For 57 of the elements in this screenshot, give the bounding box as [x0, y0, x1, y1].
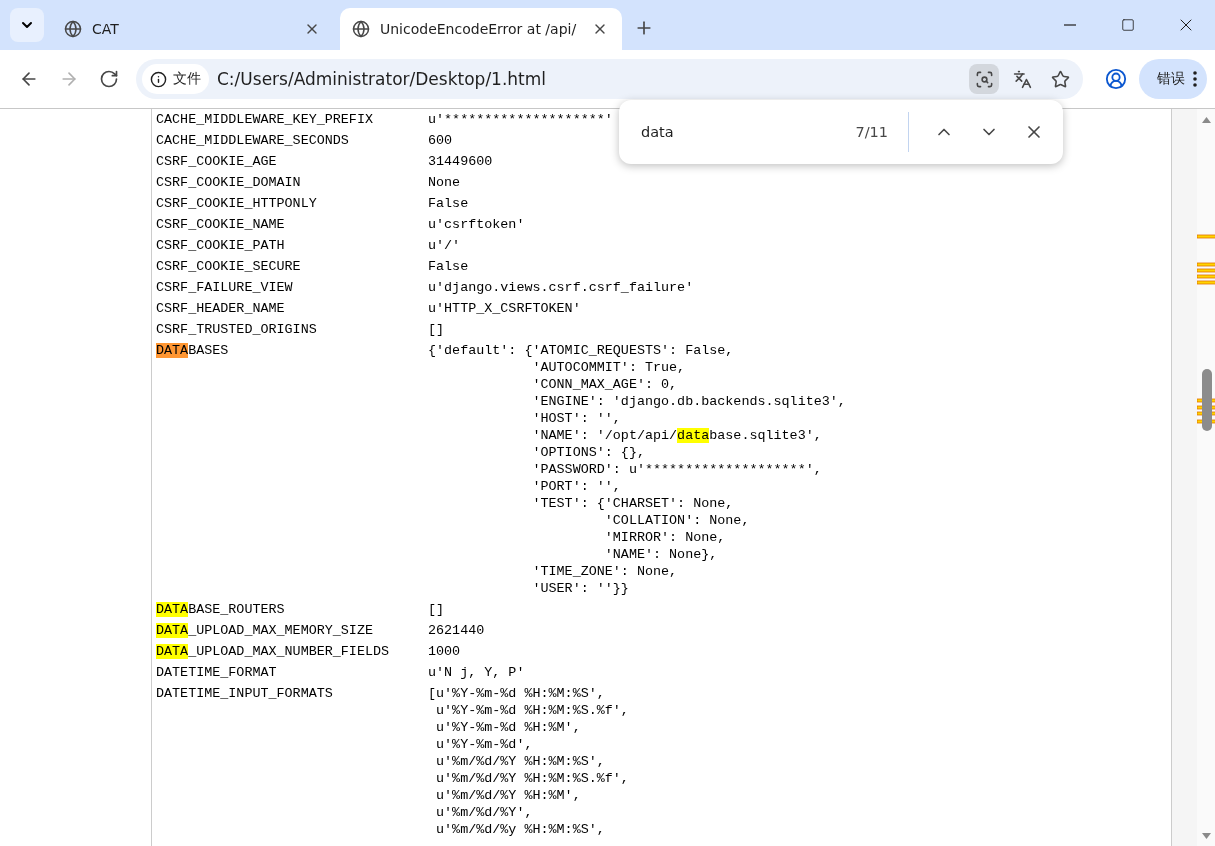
setting-name: CSRF_COOKIE_PATH	[156, 237, 286, 254]
setting-name: DATA_UPLOAD_MAX_MEMORY_SIZE	[156, 622, 374, 639]
tab-title: UnicodeEncodeError at /api/	[380, 21, 578, 37]
setting-name: DATABASES	[156, 342, 230, 360]
setting-name: DATETIME_FORMAT	[156, 664, 278, 681]
setting-name: CSRF_TRUSTED_ORIGINS	[156, 321, 318, 338]
setting-value: u'csrftoken'	[428, 216, 525, 233]
translate-icon	[1012, 69, 1032, 89]
reload-icon	[99, 69, 119, 89]
setting-name: CSRF_COOKIE_NAME	[156, 216, 286, 233]
user-icon	[1105, 68, 1127, 90]
maximize-icon	[1121, 18, 1135, 32]
browser-tab[interactable]: UnicodeEncodeError at /api/	[340, 8, 622, 50]
setting-value: 2621440	[428, 622, 485, 639]
minimize-icon	[1064, 24, 1076, 26]
setting-value: False	[428, 195, 469, 212]
setting-name: CACHE_MIDDLEWARE_SECONDS	[156, 132, 350, 149]
setting-value: [u'%Y-%m-%d %H:%M:%S', u'%Y-%m-%d %H:%M:%S.%f', u'%Y-%m-%d %H:%M', u'%Y-%m-%d', u'%m/%d/%Y %H:%M:%S', u'%m/%d/%Y %H:%M:%S.%f', u'%m/%d/%Y %H:%M', u'%m/%d/%Y', u'%m/%d/%y %H:%M:%S',	[428, 685, 629, 838]
find-in-page-button[interactable]	[969, 64, 999, 94]
setting-value: None	[428, 174, 461, 191]
address-url[interactable]: C:/Users/Administrator/Desktop/1.html	[217, 69, 961, 89]
setting-value: u'********************'	[428, 111, 613, 128]
setting-value: 1000	[428, 643, 461, 660]
setting-value: u'HTTP_X_CSRFTOKEN'	[428, 300, 581, 317]
browser-tab[interactable]: CAT	[52, 8, 334, 50]
setting-value: []	[428, 321, 445, 338]
setting-value: u'/'	[428, 237, 461, 254]
setting-name: CSRF_FAILURE_VIEW	[156, 279, 294, 296]
site-info-chip[interactable]: 文件	[142, 64, 209, 94]
star-icon	[1050, 69, 1070, 89]
error-label: 错误	[1157, 70, 1185, 88]
tab-title: CAT	[92, 21, 120, 37]
globe-icon	[352, 20, 370, 38]
setting-name: DATETIME_INPUT_FORMATS	[156, 685, 334, 703]
globe-icon	[64, 20, 82, 38]
tab-search-button[interactable]	[10, 8, 44, 42]
setting-value: u'django.views.csrf.csrf_failure'	[428, 279, 694, 296]
find-input-field[interactable]: data	[639, 123, 843, 141]
setting-value: 31449600	[428, 153, 493, 170]
setting-name: CSRF_COOKIE_SECURE	[156, 258, 302, 275]
setting-name: DATABASE_ROUTERS	[156, 601, 286, 618]
setting-name: CSRF_HEADER_NAME	[156, 300, 286, 317]
setting-value: u'N j, Y, P'	[428, 664, 525, 681]
find-in-page-icon	[974, 69, 994, 89]
info-icon	[150, 70, 167, 88]
setting-name: CSRF_COOKIE_DOMAIN	[156, 174, 302, 191]
more-menu-icon	[1193, 71, 1197, 87]
match-count: 7/11	[855, 124, 888, 140]
setting-value: []	[428, 601, 445, 618]
setting-name: DATA_UPLOAD_MAX_NUMBER_FIELDS	[156, 643, 391, 660]
setting-name: CSRF_COOKIE_AGE	[156, 153, 278, 170]
setting-name: CACHE_MIDDLEWARE_KEY_PREFIX	[156, 111, 374, 128]
setting-name: CSRF_COOKIE_HTTPONLY	[156, 195, 318, 212]
setting-value: False	[428, 258, 469, 275]
setting-value: 600	[428, 132, 453, 149]
error-menu-button[interactable]: 错误	[1139, 59, 1207, 99]
setting-value: {'default': {'ATOMIC_REQUESTS': False, 'AUTOCOMMIT': True, 'CONN_MAX_AGE': 0, 'ENGINE': 'django.db.backends.sqlite3', 'HOST': '', 'NAME': '/opt/api/database.sqlite3', 'OPTIONS': {}, 'PASSWORD': u'********************', 'PORT': '', 'TEST': {'CHARSET': None, 'COLLATION': None, 'MIRROR': None, 'NAME': None}, 'TIME_ZONE': None, 'USER': ''}}	[428, 342, 846, 597]
